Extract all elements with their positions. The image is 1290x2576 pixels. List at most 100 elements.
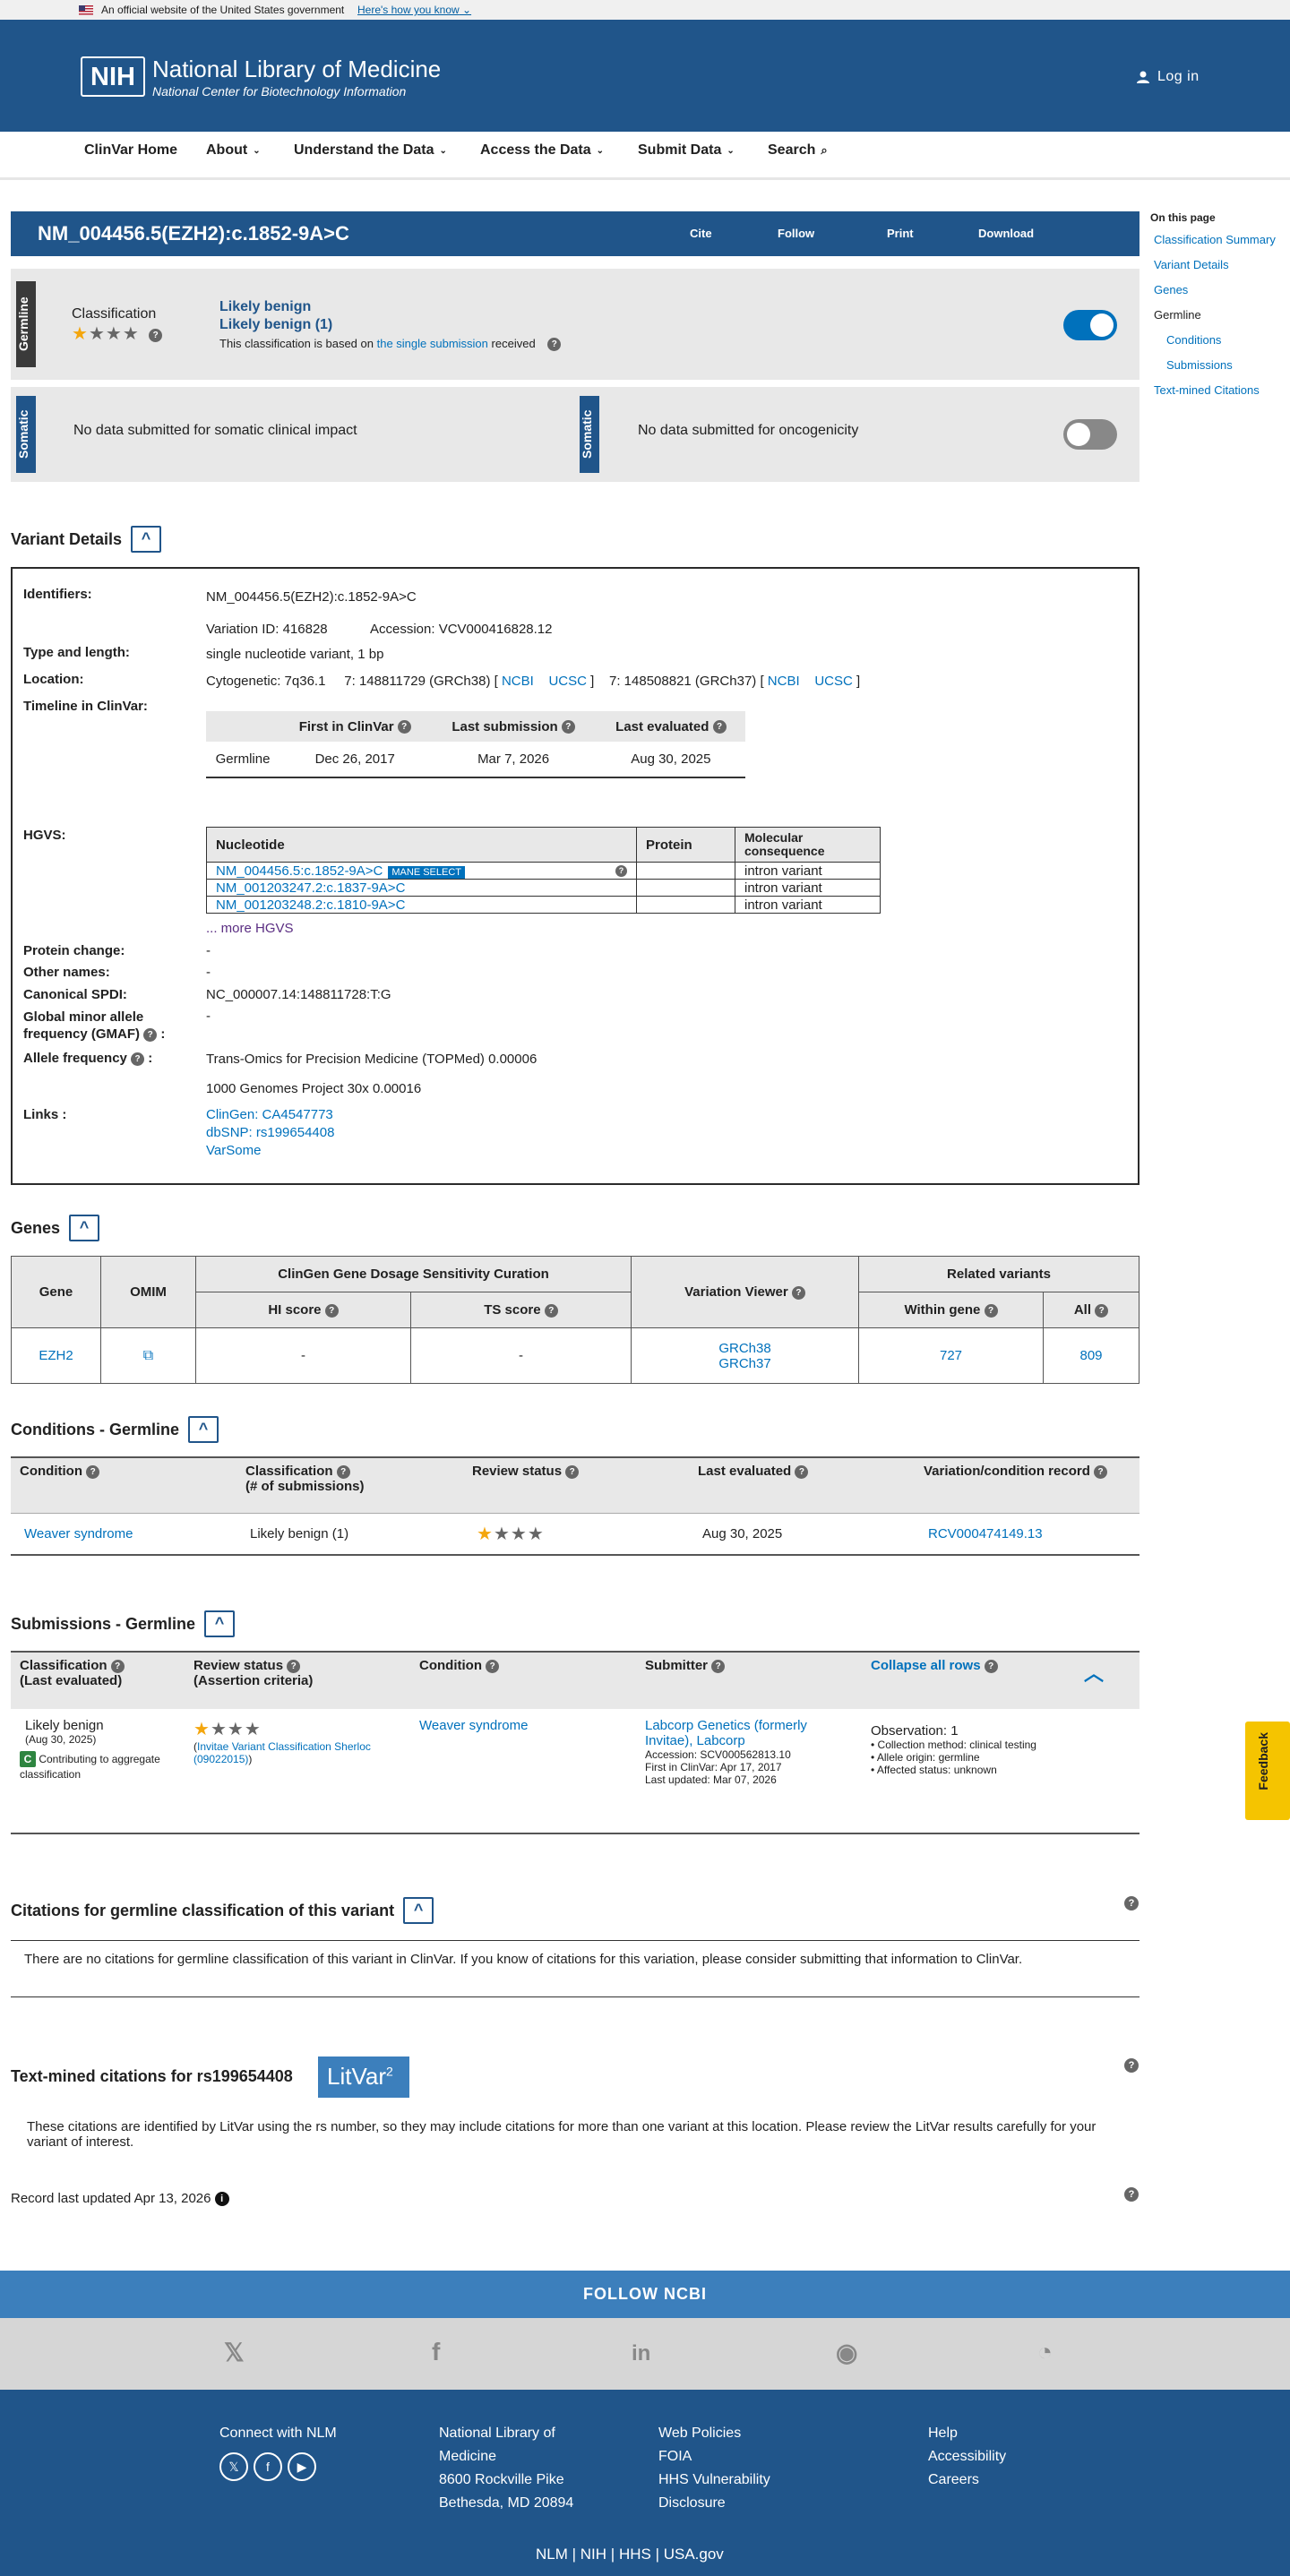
help-icon[interactable]: ? — [336, 1464, 350, 1479]
germline-toggle[interactable] — [1063, 310, 1117, 340]
collapse-genes-button[interactable]: ^ — [69, 1215, 100, 1241]
hgvs-link[interactable]: NM_001203248.2:c.1810-9A>C — [216, 897, 405, 913]
all-variants-link[interactable]: 809 — [1079, 1348, 1102, 1363]
accessibility-link[interactable]: Accessibility — [928, 2449, 1006, 2464]
nav-search[interactable]: Search ⌕ — [768, 142, 828, 159]
rss-icon[interactable]: ◔ — [1037, 2338, 1053, 2366]
help-icon[interactable]: ? — [86, 1464, 100, 1479]
nlm-link[interactable]: National Library of — [439, 2426, 555, 2441]
help-icon[interactable]: ? — [712, 720, 727, 734]
x-twitter-icon[interactable]: 𝕏 — [219, 2452, 248, 2481]
help-link[interactable]: Help — [928, 2426, 958, 2441]
linkedin-icon[interactable]: in — [632, 2341, 650, 2366]
condition-link[interactable]: Weaver syndrome — [24, 1526, 133, 1541]
usagov-bottom-link[interactable]: USA.gov — [664, 2546, 724, 2563]
ucsc-grch37-link[interactable]: UCSC — [814, 674, 853, 689]
hgvs-link[interactable]: NM_004456.5:c.1852-9A>C — [216, 863, 383, 879]
otp-classification-summary[interactable]: Classification Summary — [1154, 233, 1285, 246]
help-icon[interactable]: ? — [1124, 1896, 1139, 1911]
help-icon[interactable]: ? — [565, 1464, 580, 1479]
help-icon[interactable]: ? — [397, 720, 411, 734]
nlm-title[interactable]: National Library of Medicine — [152, 56, 441, 83]
nih-bottom-link[interactable]: NIH — [580, 2546, 606, 2563]
ncbi-grch38-link[interactable]: NCBI — [502, 674, 534, 689]
submitter-link[interactable]: Labcorp Genetics (formerly Invitae), Lab… — [645, 1718, 807, 1748]
nih-logo[interactable]: NIH — [81, 56, 145, 97]
nlm-bottom-link[interactable]: NLM — [536, 2546, 568, 2563]
follow-button[interactable]: Follow — [778, 227, 814, 240]
help-icon[interactable]: ? — [1124, 2058, 1139, 2073]
info-icon[interactable]: i — [214, 2192, 229, 2207]
help-icon[interactable]: ? — [544, 1303, 558, 1318]
help-icon[interactable]: ? — [984, 1659, 998, 1673]
help-icon[interactable]: ? — [1094, 1464, 1108, 1479]
nav-about[interactable]: About ⌄ — [206, 142, 261, 159]
facebook-icon[interactable]: f — [432, 2338, 440, 2366]
collapse-citations-button[interactable]: ^ — [403, 1897, 434, 1924]
careers-link[interactable]: Careers — [928, 2472, 979, 2487]
facebook-icon[interactable]: f — [254, 2452, 282, 2481]
nav-clinvar-home[interactable]: ClinVar Home — [84, 142, 177, 159]
help-icon[interactable]: ? — [791, 1285, 805, 1300]
within-gene-link[interactable]: 727 — [940, 1348, 962, 1363]
chevron-up-icon[interactable]: ︿ — [1084, 1658, 1104, 1687]
collapse-submissions-button[interactable]: ^ — [204, 1610, 236, 1637]
help-icon[interactable]: ? — [795, 1464, 809, 1479]
single-submission-link[interactable]: the single submission — [377, 337, 488, 350]
cite-button[interactable]: Cite — [690, 227, 712, 240]
login-button[interactable]: Log in — [1136, 69, 1200, 85]
help-icon[interactable]: ? — [1095, 1303, 1109, 1318]
help-icon[interactable]: ? — [287, 1659, 301, 1673]
otp-genes[interactable]: Genes — [1154, 283, 1285, 296]
x-twitter-icon[interactable]: 𝕏 — [224, 2338, 245, 2367]
grch37-link[interactable]: GRCh37 — [718, 1356, 770, 1371]
web-policies-link[interactable]: Web Policies — [658, 2426, 741, 2441]
somatic-toggle[interactable] — [1063, 419, 1117, 450]
help-icon[interactable]: ? — [486, 1659, 500, 1673]
download-button[interactable]: Download — [978, 227, 1034, 240]
help-icon[interactable]: ? — [711, 1659, 726, 1673]
nav-understand-data[interactable]: Understand the Data ⌄ — [294, 142, 447, 159]
help-icon[interactable]: ? — [143, 1027, 158, 1042]
help-icon[interactable]: ? — [615, 864, 627, 877]
otp-variant-details[interactable]: Variant Details — [1154, 258, 1285, 271]
otp-conditions[interactable]: Conditions — [1166, 333, 1285, 347]
collapse-conditions-button[interactable]: ^ — [188, 1416, 219, 1443]
help-icon[interactable]: ? — [561, 720, 575, 734]
varsome-link[interactable]: VarSome — [206, 1143, 261, 1158]
help-icon[interactable]: ? — [984, 1303, 998, 1318]
nav-access-data[interactable]: Access the Data ⌄ — [480, 142, 604, 159]
hgvs-link[interactable]: NM_001203247.2:c.1837-9A>C — [216, 880, 405, 896]
otp-text-mined-citations[interactable]: Text-mined Citations — [1154, 383, 1285, 397]
github-icon[interactable]: ◉ — [836, 2338, 857, 2367]
help-icon[interactable]: ? — [110, 1659, 125, 1673]
help-icon[interactable]: ? — [131, 1052, 145, 1066]
youtube-icon[interactable]: ▶ — [288, 2452, 316, 2481]
hhs-bottom-link[interactable]: HHS — [619, 2546, 651, 2563]
heres-how-you-know-link[interactable]: Here's how you know ⌄ — [357, 4, 471, 16]
gene-link[interactable]: EZH2 — [39, 1348, 73, 1363]
grch38-link[interactable]: GRCh38 — [718, 1341, 770, 1356]
help-icon[interactable]: ? — [1124, 2187, 1139, 2202]
help-icon[interactable]: ? — [547, 338, 562, 352]
dbsnp-link[interactable]: dbSNP: rs199654408 — [206, 1125, 334, 1140]
clingen-link[interactable]: ClinGen: CA4547773 — [206, 1107, 333, 1122]
litvar-logo[interactable]: LitVar2 — [318, 2057, 409, 2098]
print-button[interactable]: Print — [887, 227, 914, 240]
rcv-link[interactable]: RCV000474149.13 — [928, 1526, 1043, 1541]
help-icon[interactable]: ? — [324, 1303, 339, 1318]
ncbi-grch37-link[interactable]: NCBI — [768, 674, 800, 689]
otp-submissions[interactable]: Submissions — [1166, 358, 1285, 372]
help-icon[interactable]: ? — [149, 329, 163, 343]
foia-link[interactable]: FOIA — [658, 2449, 692, 2464]
nlm-link-2[interactable]: Medicine — [439, 2449, 496, 2464]
collapse-all-rows-link[interactable]: Collapse all rows — [871, 1658, 981, 1673]
collapse-variant-details-button[interactable]: ^ — [131, 526, 162, 553]
disclosure-link[interactable]: Disclosure — [658, 2495, 726, 2511]
assertion-criteria-link[interactable]: Invitae Variant Classification Sherloc (… — [194, 1740, 371, 1765]
submission-condition-link[interactable]: Weaver syndrome — [419, 1718, 528, 1733]
feedback-button[interactable]: Feedback — [1245, 1722, 1290, 1820]
external-link-icon[interactable]: ⧉ — [143, 1348, 153, 1363]
nav-submit-data[interactable]: Submit Data ⌄ — [638, 142, 735, 159]
more-hgvs-link[interactable]: ... more HGVS — [206, 921, 294, 936]
